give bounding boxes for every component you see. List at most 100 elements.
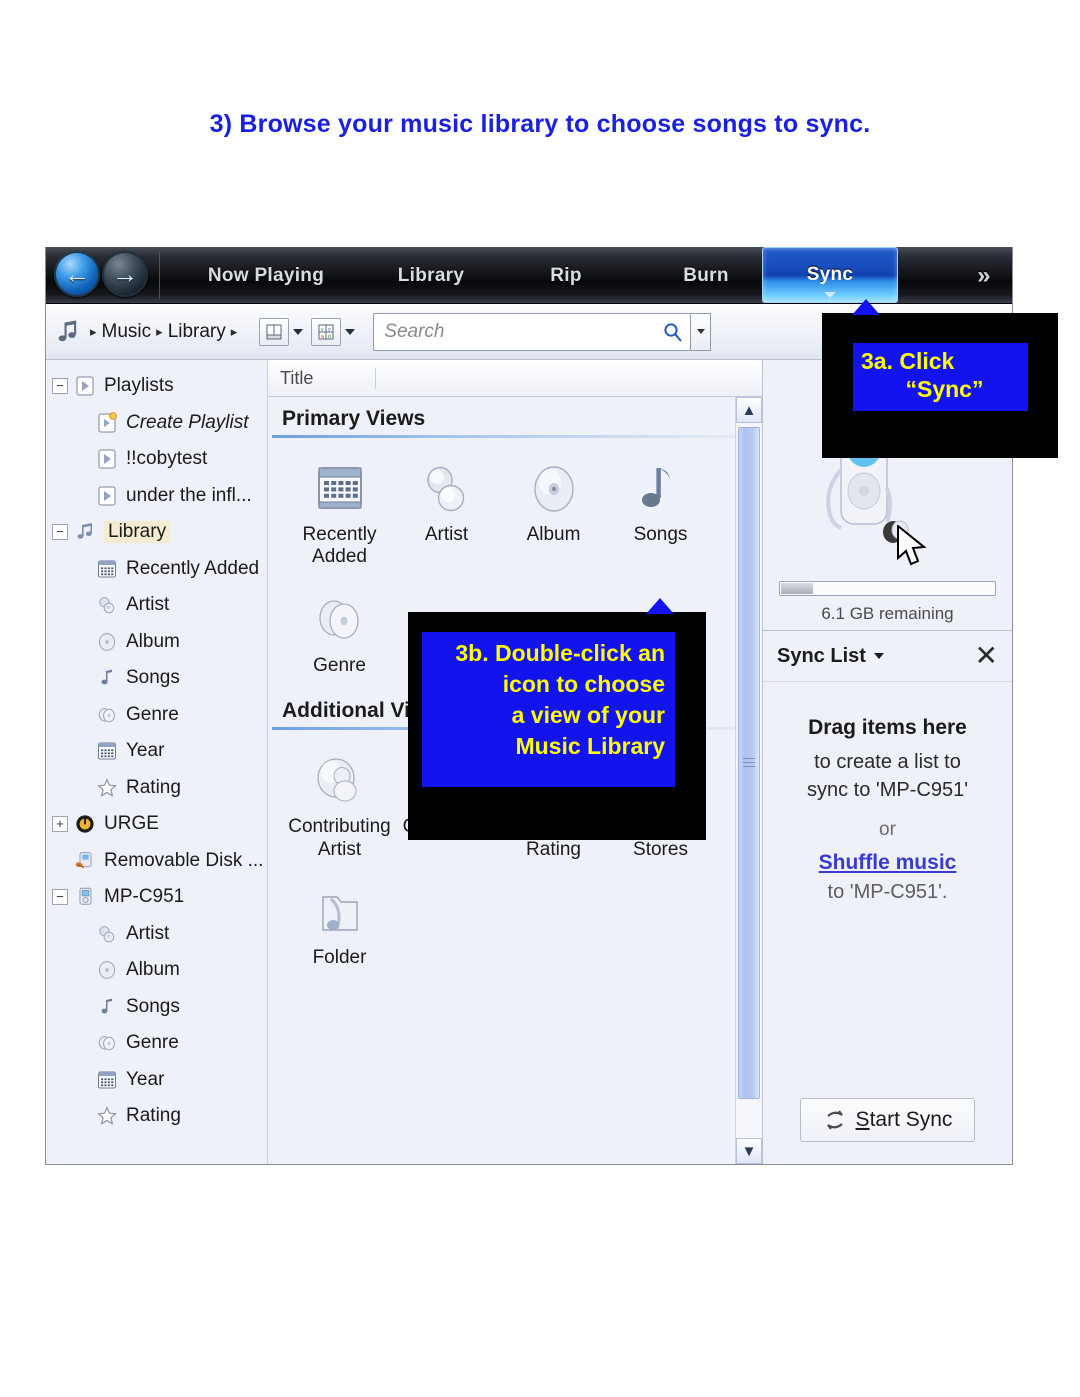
search-input[interactable]: Search: [373, 312, 692, 351]
tab-burn[interactable]: Burn: [646, 247, 766, 304]
breadcrumb-library[interactable]: Library: [168, 321, 226, 343]
year-icon: [95, 739, 119, 763]
magnifier-icon[interactable]: [662, 321, 684, 343]
tree-item-label: Recently Added: [126, 557, 260, 579]
navigation-tree: − Playlists Create Playlist !!cobytest under…: [46, 360, 268, 1164]
additional-views-row-2: Folder: [268, 861, 762, 969]
view-icon-album[interactable]: Album: [500, 452, 607, 569]
view-icon-folder[interactable]: Folder: [286, 875, 393, 969]
tab-library[interactable]: Library: [361, 247, 501, 304]
tree-item-label: Year: [126, 1068, 165, 1090]
capacity-indicator: 6.1 GB remaining: [763, 581, 1012, 624]
view-icon-caption: Songs: [633, 524, 688, 545]
tree-item-label: Rating: [126, 776, 181, 798]
tab-rip[interactable]: Rip: [506, 247, 626, 304]
tree-item-album[interactable]: Album: [46, 952, 267, 989]
tree-item-cobytest[interactable]: !!cobytest: [46, 441, 267, 478]
tree-item-year[interactable]: Year: [46, 1062, 267, 1099]
expand-icon[interactable]: +: [52, 816, 68, 833]
urge-icon: [73, 812, 97, 836]
scrollbar-thumb[interactable]: [738, 427, 760, 1099]
tree-item-mp-c951[interactable]: − MP-C951: [46, 879, 267, 916]
view-icon-contributing-artist[interactable]: Contributing Artist: [286, 744, 393, 861]
tree-item-rating[interactable]: Rating: [46, 770, 267, 807]
artist-icon: [95, 922, 119, 946]
tree-item-artist[interactable]: Artist: [46, 587, 267, 624]
callout-3b-text: 3b. Double-click an icon to choose a vie…: [422, 632, 675, 787]
tree-item-removable-disk[interactable]: Removable Disk ...: [46, 843, 267, 880]
tree-item-label: Songs: [126, 667, 180, 689]
view-icon-recently-added[interactable]: Recently Added: [286, 452, 393, 569]
collapse-icon[interactable]: −: [52, 524, 68, 541]
tree-item-songs[interactable]: Songs: [46, 660, 267, 697]
view-icon-artist[interactable]: Artist: [393, 452, 500, 569]
tree-item-playlists[interactable]: − Playlists: [46, 368, 267, 405]
tree-item-genre[interactable]: Genre: [46, 1025, 267, 1062]
tree-item-songs[interactable]: Songs: [46, 989, 267, 1026]
view-controls: v y a d: [259, 317, 361, 346]
content-vertical-scrollbar[interactable]: ▲ ▼: [735, 397, 762, 1164]
view-icon-caption: Artist: [424, 524, 469, 545]
close-x-icon[interactable]: ✕: [975, 642, 998, 670]
callout-3a-text: 3a. Click “Sync”: [853, 343, 1028, 411]
tabs-overflow-button[interactable]: »: [962, 247, 1006, 304]
tree-item-recently-added[interactable]: Recently Added: [46, 551, 267, 588]
playlist-icon: [95, 484, 119, 508]
music-note-icon: [58, 319, 77, 341]
callout-3b-line1: 3b. Double-click an: [455, 640, 665, 666]
tab-now-playing[interactable]: Now Playing: [176, 247, 356, 304]
tree-item-under-the-infl[interactable]: under the infl...: [46, 478, 267, 515]
tab-sync[interactable]: Sync: [762, 247, 898, 303]
tree-item-label: under the infl...: [126, 484, 252, 506]
tree-item-album[interactable]: Album: [46, 624, 267, 661]
drop-zone-line4: to 'MP-C951'.: [827, 880, 948, 903]
album-icon: [95, 958, 119, 982]
column-header-title[interactable]: Title: [268, 367, 376, 389]
tree-item-genre[interactable]: Genre: [46, 697, 267, 734]
collapse-icon[interactable]: −: [52, 378, 68, 395]
view-options-chevron-down-icon[interactable]: [345, 328, 356, 335]
player-topbar: ← → Now Playing Library Rip Burn Sync »: [46, 247, 1012, 566]
tree-item-library[interactable]: − Library: [46, 514, 267, 551]
sync-pane: 6.1 GB remaining Sync List ✕ Drag items …: [762, 360, 1012, 1164]
tree-item-create-playlist[interactable]: Create Playlist: [46, 405, 267, 442]
tree-item-label: Year: [126, 740, 165, 762]
view-options-icon[interactable]: v y a d: [311, 317, 342, 346]
collapse-icon[interactable]: −: [52, 889, 68, 906]
callout-3a-line1: 3a. Click: [861, 348, 955, 374]
library-music-icon: [73, 520, 97, 544]
start-sync-button[interactable]: Start Sync: [799, 1098, 976, 1142]
shuffle-music-link[interactable]: Shuffle music: [763, 851, 1012, 875]
tree-item-year[interactable]: Year: [46, 733, 267, 770]
search-dropdown-button[interactable]: [691, 312, 712, 351]
sync-list-label[interactable]: Sync List: [777, 645, 866, 668]
drop-zone-line2: to create a list to: [814, 751, 961, 773]
scroll-down-arrow-icon[interactable]: ▼: [736, 1138, 762, 1164]
column-header-row: Title: [268, 360, 762, 397]
callout-3b-line3: a view of your: [511, 702, 665, 729]
scroll-up-arrow-icon[interactable]: ▲: [736, 397, 762, 423]
layout-icon[interactable]: [259, 317, 290, 346]
view-icon-caption: Folder: [312, 947, 367, 969]
breadcrumb-music[interactable]: Music: [102, 321, 152, 343]
sync-refresh-icon: [826, 1110, 843, 1130]
view-icon-caption: Album: [526, 524, 581, 545]
view-icon-genre[interactable]: Genre: [286, 583, 393, 677]
page-title: 3) Browse your music library to choose s…: [209, 110, 871, 138]
callout-3b-pointer: [646, 598, 674, 614]
chevron-down-icon: [824, 292, 836, 298]
tree-item-artist[interactable]: Artist: [46, 916, 267, 953]
breadcrumb-sep-2: ▸: [230, 323, 238, 339]
tree-item-label: URGE: [104, 813, 159, 835]
callout-3a-line2: “Sync”: [905, 376, 984, 403]
recently-added-icon: [286, 452, 393, 518]
page-root: 3) Browse your music library to choose s…: [0, 0, 1080, 1397]
primary-views-row-1: Recently Added Artist Album Songs: [268, 438, 762, 569]
tree-item-label: !!cobytest: [126, 448, 208, 470]
tree-item-urge[interactable]: + URGE: [46, 806, 267, 843]
view-icon-songs[interactable]: Songs: [607, 452, 714, 569]
layout-chevron-down-icon[interactable]: [293, 328, 304, 335]
sync-drop-zone[interactable]: Drag items here to create a list to sync…: [763, 682, 1012, 1098]
tree-item-rating[interactable]: Rating: [46, 1098, 267, 1135]
chevron-down-icon[interactable]: [873, 653, 884, 659]
